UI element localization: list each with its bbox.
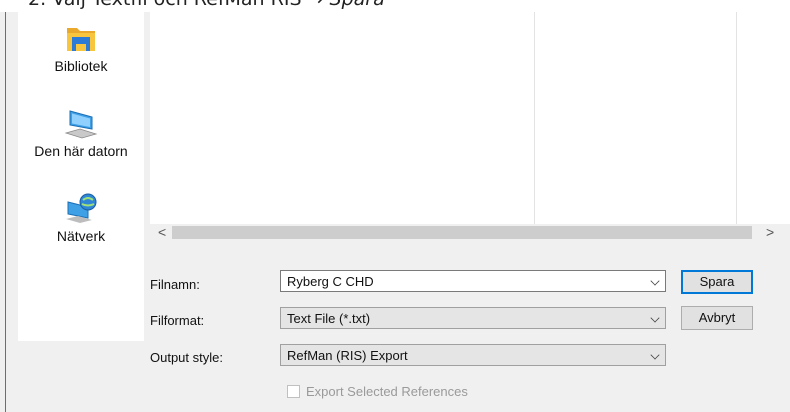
file-format-label: Filformat: [150,313,205,328]
chevron-down-icon[interactable] [650,276,660,286]
file-list-pane[interactable] [150,12,790,224]
cancel-button[interactable]: Avbryt [681,306,753,330]
column-divider [736,12,737,224]
filename-label: Filnamn: [150,277,200,292]
file-format-select[interactable]: Text File (*.txt) [280,307,666,329]
filename-field[interactable]: Ryberg C CHD [280,270,666,292]
output-style-select[interactable]: RefMan (RIS) Export [280,344,666,366]
instruction-text: 2. Välj Textfil och RefMan RIS → Spara [28,0,385,10]
computer-icon [64,110,98,139]
file-format-value: Text File (*.txt) [287,311,371,326]
save-button[interactable]: Spara [681,270,753,294]
navigation-pane: Bibliotek Den här datorn Nätverk [18,12,144,341]
chevron-down-icon [650,313,660,323]
dialog-border [5,12,6,412]
nav-item-network[interactable]: Nätverk [18,192,144,244]
output-style-value: RefMan (RIS) Export [287,348,408,363]
scroll-left-arrow-icon[interactable]: < [158,224,166,241]
column-divider [534,12,535,224]
checkbox-box[interactable] [287,385,300,398]
output-style-label: Output style: [150,350,223,365]
horizontal-scrollbar[interactable]: < > [150,224,790,241]
nav-label: Bibliotek [54,58,108,74]
export-selected-checkbox[interactable]: Export Selected References [287,384,468,399]
filename-value: Ryberg C CHD [287,274,374,289]
chevron-down-icon [650,350,660,360]
scrollbar-thumb[interactable] [172,226,752,239]
scroll-right-arrow-icon[interactable]: > [766,224,774,241]
checkbox-label: Export Selected References [306,384,468,399]
library-folder-icon [67,28,95,51]
nav-label: Nätverk [56,228,106,244]
network-globe-icon [66,193,97,223]
nav-label: Den här datorn [34,143,128,159]
nav-item-this-pc[interactable]: Den här datorn [18,107,144,159]
nav-item-library[interactable]: Bibliotek [18,22,144,74]
